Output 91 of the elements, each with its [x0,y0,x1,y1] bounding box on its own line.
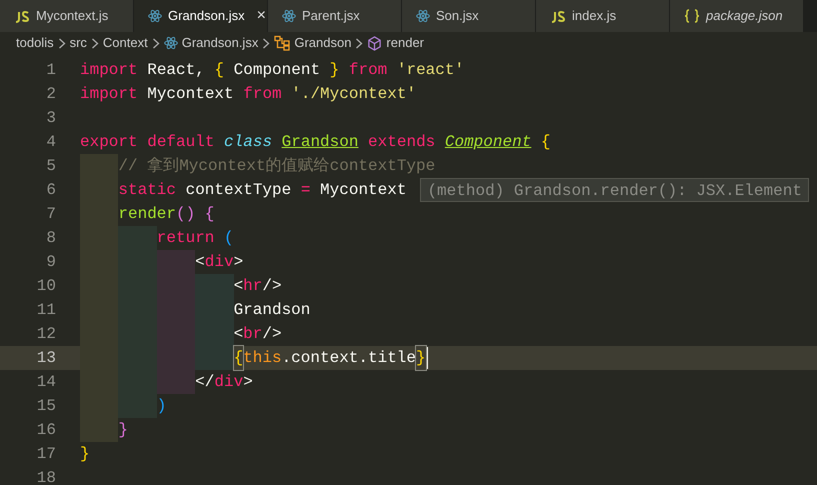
chevron-icon [262,38,270,48]
code-token: from [243,84,282,105]
react-atom-icon [282,9,296,23]
code-token: React, [146,60,206,81]
line-number: 3 [45,108,56,129]
code-token: static [118,180,176,201]
line-number: 14 [36,372,56,393]
code-token: () { [176,204,214,225]
line-number: 4 [45,132,56,153]
chevron-icon [355,38,364,48]
code-token: Component [232,60,322,81]
code-token: } [80,444,90,465]
line-number: 7 [45,204,56,225]
code-token: import [80,84,138,105]
code-token: .context.title [282,348,416,369]
editor-tab[interactable]: index.js [536,0,670,32]
line-number: 10 [36,276,56,297]
code-token: hr [243,276,262,297]
code-token: } [416,346,426,370]
indent-guide [195,346,234,370]
code-token: } [330,60,340,81]
line-number: 18 [36,468,56,485]
line-number: 5 [45,156,56,177]
line-number: 12 [36,324,56,345]
code-comment: // 拿到Mycontext的值赋给contextType [118,156,436,177]
line-number: 17 [36,444,56,465]
code-token: Grandson [234,300,310,321]
editor-tab[interactable]: package.json [670,0,804,32]
code-token: return [156,228,214,249]
code-token: { [540,132,550,153]
code-token: < [234,324,244,345]
line-number: 1 [45,60,56,81]
code-token: from [348,60,388,81]
class-icon [274,35,290,51]
code-token: this [243,348,282,369]
close-icon[interactable]: × [254,8,268,24]
editor-tab[interactable]: Mycontext.js [0,0,134,32]
line-number: 8 [45,228,56,249]
code-token: /> [262,276,282,297]
line-number: 11 [36,300,56,321]
chevron-icon [152,38,160,48]
code-token: class [224,132,274,153]
code-token: ) [156,396,166,417]
code-token: Grandson [282,132,358,153]
line-number: 6 [45,180,56,201]
code-token: } [118,420,128,441]
code-token: { [234,346,244,370]
code-token: Component [444,132,532,153]
chevron-icon [58,38,66,48]
code-token: { [214,60,224,81]
code-token: ( [222,228,234,249]
code-token: = [300,180,310,201]
code-token: contextType [184,180,292,201]
code-token: > [234,252,244,273]
line-number: 16 [36,420,56,441]
cube-icon [367,36,382,50]
curly-braces-icon [684,9,700,23]
code-token: Mycontext [146,84,235,105]
breadcrumb-item[interactable]: Grandson.jsx [182,33,258,53]
react-atom-icon [164,36,178,50]
breadcrumb-item[interactable]: src [70,33,87,53]
breadcrumb-item[interactable]: Grandson [294,33,352,53]
code-token: div [204,252,234,273]
editor-tab[interactable]: Son.jsx [402,0,536,32]
react-atom-icon [148,9,162,23]
code-token: import [80,60,138,81]
code-token: render [118,204,176,225]
code-token: 'react' [396,60,464,81]
code-token: export default [80,132,216,153]
chevron-icon [90,38,99,48]
code-token: Mycontext [319,180,406,201]
editor-tab[interactable]: Parent.jsx [268,0,402,32]
code-token: br [243,324,262,345]
code-token: div [214,372,244,393]
hover-tooltip: (method) Grandson.render(): JSX.Element [420,178,809,202]
code-token: < [195,252,205,273]
code-token: /> [262,324,282,345]
code-token: extends [367,132,436,153]
breadcrumb-item[interactable]: todolis [16,33,54,53]
breadcrumb-item[interactable]: render [386,33,424,53]
code-token: './Mycontext' [290,84,416,105]
code-token: < [234,276,244,297]
editor-tab[interactable]: Grandson.jsx × [134,0,268,32]
code-token: > [243,372,253,393]
code-token: </ [195,372,214,393]
react-atom-icon [416,9,430,23]
line-number: 15 [36,396,56,417]
line-number: 9 [45,252,56,273]
breadcrumb-item[interactable]: Context [102,33,148,53]
line-number: 13 [36,348,56,369]
line-number: 2 [45,84,56,105]
